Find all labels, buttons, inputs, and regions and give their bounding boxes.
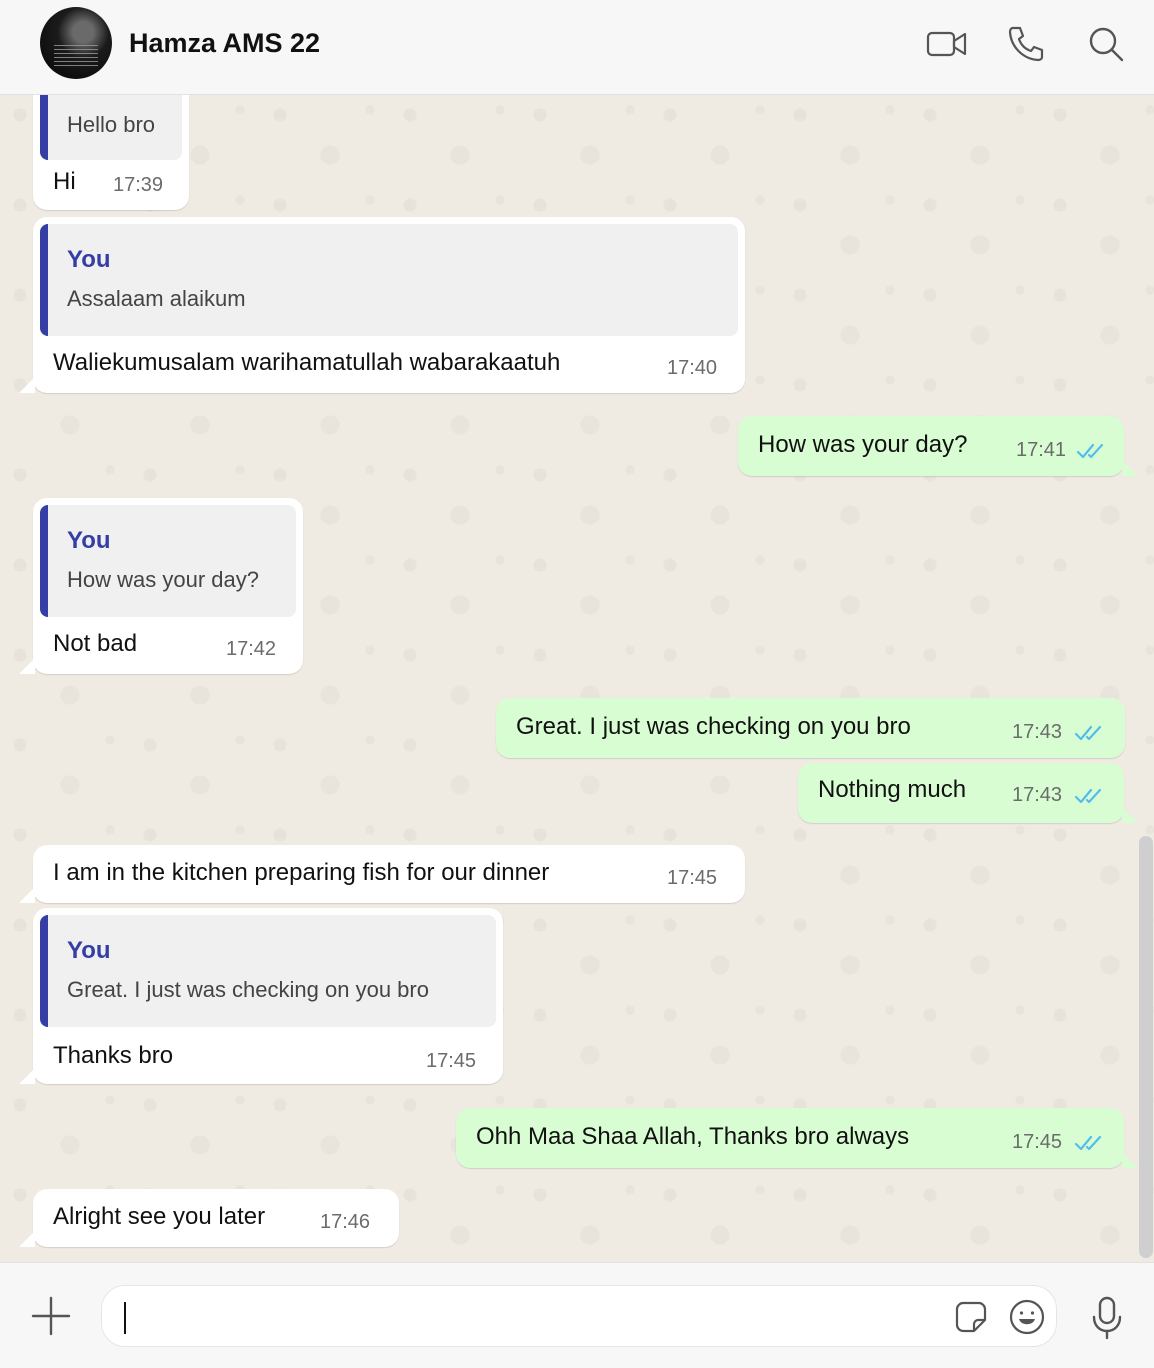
- read-receipt-icon: [1076, 440, 1106, 460]
- quoted-text: Assalaam alaikum: [67, 286, 246, 311]
- read-receipt-icon: [1074, 785, 1104, 805]
- search-icon[interactable]: [1084, 22, 1128, 66]
- microphone-icon[interactable]: [1088, 1295, 1126, 1341]
- incoming-message[interactable]: Alright see you later 17:46: [19, 1189, 399, 1247]
- message-time: 17:45: [667, 867, 718, 889]
- message-text: Thanks bro: [53, 1042, 174, 1069]
- message-time: 17:39: [113, 174, 164, 196]
- quoted-sender: You: [67, 246, 111, 273]
- voice-call-icon[interactable]: [1004, 22, 1048, 66]
- message-input[interactable]: [124, 1296, 944, 1336]
- quoted-sender: You: [67, 937, 111, 964]
- message-time: 17:46: [320, 1211, 371, 1233]
- message-text: Nothing much: [818, 776, 967, 803]
- quoted-message[interactable]: You Great. I just was checking on you br…: [40, 915, 496, 1027]
- incoming-message[interactable]: You How was your day? Not bad 17:42: [19, 498, 303, 674]
- message-input-container[interactable]: [101, 1285, 1057, 1347]
- message-text: Not bad: [53, 630, 138, 657]
- message-time: 17:40: [667, 357, 718, 379]
- message-time: 17:41: [1016, 439, 1067, 461]
- message-text: Alright see you later: [53, 1203, 266, 1230]
- outgoing-message[interactable]: Nothing much 17:43: [798, 763, 1138, 823]
- quoted-text: Hello bro: [67, 112, 156, 137]
- outgoing-message[interactable]: How was your day? 17:41: [738, 416, 1138, 476]
- message-time: 17:43: [1012, 721, 1063, 743]
- message-text: How was your day?: [758, 431, 968, 458]
- read-receipt-icon: [1074, 1132, 1104, 1152]
- scrollbar[interactable]: [1139, 836, 1153, 1258]
- avatar-text-image: [54, 45, 98, 69]
- message-list[interactable]: Hello bro Hi 17:39 You Assalaam alaikum …: [0, 95, 1154, 1262]
- incoming-message[interactable]: I am in the kitchen preparing fish for o…: [19, 845, 745, 903]
- composer-bar: [0, 1262, 1154, 1368]
- plus-icon[interactable]: [28, 1293, 74, 1339]
- quoted-message[interactable]: You How was your day?: [40, 505, 296, 617]
- quoted-text: How was your day?: [67, 567, 259, 592]
- read-receipt-icon: [1074, 722, 1104, 742]
- contact-avatar[interactable]: [40, 7, 112, 79]
- incoming-message[interactable]: You Assalaam alaikum Waliekumusalam wari…: [19, 217, 745, 393]
- video-call-icon[interactable]: [924, 22, 968, 66]
- text-cursor: [124, 1302, 126, 1334]
- emoji-icon[interactable]: [1008, 1298, 1046, 1336]
- chat-header: Hamza AMS 22: [0, 0, 1154, 95]
- quoted-text: Great. I just was checking on you bro: [67, 977, 429, 1002]
- quoted-message[interactable]: You Assalaam alaikum: [40, 224, 738, 336]
- contact-name[interactable]: Hamza AMS 22: [129, 28, 320, 59]
- message-text: Waliekumusalam warihamatullah wabarakaat…: [53, 349, 561, 376]
- incoming-message[interactable]: You Great. I just was checking on you br…: [19, 908, 503, 1084]
- message-time: 17:42: [226, 638, 277, 660]
- message-text: Ohh Maa Shaa Allah, Thanks bro always: [476, 1123, 910, 1150]
- message-text: I am in the kitchen preparing fish for o…: [53, 859, 550, 886]
- quoted-message[interactable]: Hello bro: [40, 95, 182, 160]
- incoming-message[interactable]: Hello bro Hi 17:39: [33, 95, 189, 210]
- quoted-sender: You: [67, 527, 111, 554]
- outgoing-message[interactable]: Great. I just was checking on you bro 17…: [496, 698, 1125, 758]
- message-text: Great. I just was checking on you bro: [516, 713, 911, 740]
- sticker-icon[interactable]: [954, 1300, 988, 1334]
- message-time: 17:43: [1012, 784, 1063, 806]
- message-time: 17:45: [1012, 1131, 1063, 1153]
- message-text: Hi: [53, 168, 76, 195]
- outgoing-message[interactable]: Ohh Maa Shaa Allah, Thanks bro always 17…: [456, 1108, 1138, 1168]
- message-time: 17:45: [426, 1050, 477, 1072]
